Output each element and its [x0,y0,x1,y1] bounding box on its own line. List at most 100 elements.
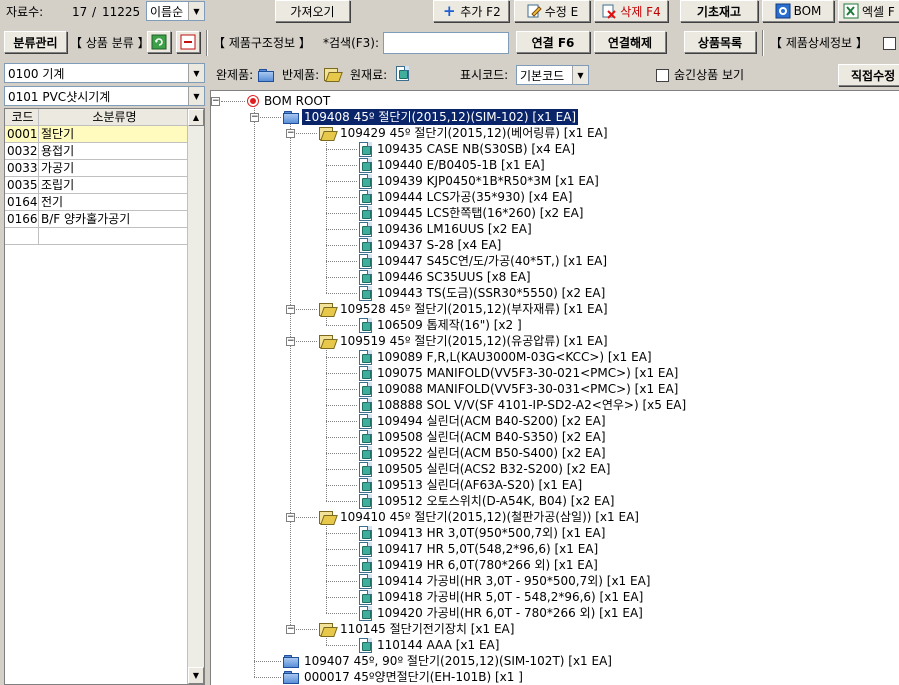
document-icon [359,525,372,541]
tree-node-label: 109420 가공비(HR 6,0T - 780*266 외) [x1 EA] [377,606,643,620]
remove-button[interactable] [176,31,200,53]
refresh-button[interactable] [147,31,171,53]
table-row[interactable]: 0032 용접기 [5,143,188,160]
tree-node[interactable]: 109513 실린더(AF63A-S20) [x1 EA] [359,477,584,493]
tree-node[interactable]: 109528 45º 절단기(2015,12)(부자재류) [x1 EA] [319,301,610,317]
tree-node[interactable]: 109512 오토스위치(D-A54K, B04) [x2 EA] [359,493,617,509]
detail-checkbox[interactable] [883,37,896,50]
tree-node[interactable]: 110144 AAA [x1 EA] [359,637,501,653]
tree-node[interactable]: 109443 TS(도금)(SSR30*5550) [x2 EA] [359,285,607,301]
table-row-empty[interactable] [5,228,188,245]
category-manage-button[interactable]: 분류관리 [4,31,67,53]
tree-node[interactable]: 109445 LCS한쪽탭(16*260) [x2 EA] [359,205,585,221]
display-code-select[interactable]: 기본코드 ▼ [516,65,589,85]
tree-connector [254,105,255,677]
tree-node[interactable]: 109408 45º 절단기(2015,12)(SIM-102) [x1 EA] [283,108,580,126]
tree-node[interactable]: 109440 E/B0405-1B [x1 EA] [359,157,547,173]
subcategory-grid: 코드 소분류명 0001 절단기 0032 용접기 0033 가공기 0035 [4,108,205,685]
search-input[interactable] [383,32,509,54]
scroll-down-icon[interactable]: ▼ [188,667,204,684]
product-list-button[interactable]: 상품목록 [684,31,756,53]
row-name: 전기 [41,195,64,209]
scroll-up-icon[interactable]: ▲ [188,109,204,126]
record-separator: / [92,5,97,19]
tree-connector [326,565,357,566]
tree-node[interactable]: 109414 가공비(HR 3,0T - 950*500,7외) [x1 EA] [359,573,652,589]
collapse-toggle-icon[interactable]: − [286,305,295,314]
tree-node[interactable]: 109505 실린더(ACS2 B32-S200) [x2 EA] [359,461,612,477]
tree-node[interactable]: 109429 45º 절단기(2015,12)(베어링류) [x1 EA] [319,125,610,141]
document-icon [359,157,372,173]
minor-category-select[interactable]: 0101 PVC샷시기계 ▼ [4,86,205,106]
tree-node[interactable]: 109444 LCS가공(35*930) [x4 EA] [359,189,574,205]
tree-node[interactable]: 106509 톱제작(16") [x2 ] [359,317,524,333]
semi-label: 반제품: [282,68,320,82]
tree-node[interactable]: 109494 실린더(ACM B40-S200) [x2 EA] [359,413,608,429]
sort-select[interactable]: 이름순 ▼ [146,1,205,21]
display-code-value: 기본코드 [520,68,565,83]
delete-button[interactable]: 삭제 F4 [594,0,668,22]
tree-node[interactable]: 109436 LM16UUS [x2 EA] [359,221,534,237]
collapse-toggle-icon[interactable]: − [250,113,259,122]
grid-scrollbar[interactable]: ▲ ▼ [187,109,204,684]
add-button-label: 추가 F2 [460,4,501,19]
tree-node[interactable]: 109088 MANIFOLD(VV5F3-30-031<PMC>) [x1 E… [359,381,680,397]
direct-edit-button[interactable]: 직접수정 [838,64,899,86]
fetch-button[interactable]: 가져오기 [275,0,350,22]
collapse-toggle-icon[interactable]: − [286,337,295,346]
tree-node[interactable]: 109419 HR 6,0T(780*266 외) [x1 EA] [359,557,600,573]
tree-node[interactable]: 109446 SC35UUS [x8 EA] [359,269,533,285]
folder-open-icon [324,67,340,81]
tree-node[interactable]: 109410 45º 절단기(2015,12)(철판가공(삼일)) [x1 EA… [319,509,641,525]
tree-connector [326,469,357,470]
tree-node[interactable]: BOM ROOT [247,93,332,109]
tree-node[interactable]: 109417 HR 5,0T(548,2*96,6) [x1 EA] [359,541,600,557]
tree-node[interactable]: 109508 실린더(ACM B40-S350) [x2 EA] [359,429,608,445]
tree-node[interactable]: 110145 절단기전기장치 [x1 EA] [319,621,516,637]
grid-header-name[interactable]: 소분류명 [39,109,188,125]
tree-node[interactable]: 109089 F,R,L(KAU3000M-03G<KCC>) [x1 EA] [359,349,654,365]
major-category-select[interactable]: 0100 기계 ▼ [4,63,205,83]
show-hidden-checkbox[interactable] [656,69,669,82]
tree-node[interactable]: 109420 가공비(HR 6,0T - 780*266 외) [x1 EA] [359,605,645,621]
excel-button[interactable]: 엑셀 F [838,0,899,22]
tree-node-label: 109444 LCS가공(35*930) [x4 EA] [377,190,573,204]
tree-node[interactable]: 109519 45º 절단기(2015,12)(유공압류) [x1 EA] [319,333,610,349]
tree-node-label: 109414 가공비(HR 3,0T - 950*500,7외) [x1 EA] [377,574,651,588]
tree-connector [326,229,357,230]
collapse-toggle-icon[interactable]: − [286,625,295,634]
table-row[interactable]: 0166 B/F 양카홀가공기 [5,211,188,228]
tree-node[interactable]: 109075 MANIFOLD(VV5F3-30-021<PMC>) [x1 E… [359,365,680,381]
tree-node[interactable]: 109447 S45C연/도/가공(40*5T,) [x1 EA] [359,253,609,269]
tree-connector [326,357,357,358]
document-icon [359,605,372,621]
grid-header-code[interactable]: 코드 [5,109,39,125]
edit-button[interactable]: 수정 E [514,0,590,22]
collapse-toggle-icon[interactable]: − [286,129,295,138]
tree-node[interactable]: 109413 HR 3,0T(950*500,7외) [x1 EA] [359,525,607,541]
table-row[interactable]: 0164 전기 [5,194,188,211]
table-row[interactable]: 0033 가공기 [5,160,188,177]
tree-node[interactable]: 109407 45º, 90º 절단기(2015,12)(SIM-102T) [… [283,653,614,669]
row-name: 가공기 [41,161,75,175]
add-button[interactable]: + 추가 F2 [433,0,509,22]
collapse-toggle-icon[interactable]: − [286,513,295,522]
bom-button[interactable]: BOM [762,0,834,22]
base-stock-button[interactable]: 기초재고 [680,0,758,22]
collapse-toggle-icon[interactable]: − [211,97,220,106]
pencil-icon [526,3,542,19]
plus-icon: + [442,2,456,20]
tree-node[interactable]: 108888 SOL V/V(SF 4101-IP-SD2-A2<연우>) [x… [359,397,688,413]
chevron-down-icon: ▼ [572,66,588,84]
tree-node[interactable]: 109522 실린더(ACM B50-S400) [x2 EA] [359,445,608,461]
tree-node[interactable]: 109439 KJP0450*1B*R50*3M [x1 EA] [359,173,601,189]
tree-node[interactable]: 109437 S-28 [x4 EA] [359,237,503,253]
table-row[interactable]: 0035 조립기 [5,177,188,194]
table-row[interactable]: 0001 절단기 [5,126,188,143]
link-button[interactable]: 연결 F6 [516,31,590,53]
tree-node[interactable]: 109418 가공비(HR 5,0T - 548,2*96,6) [x1 EA] [359,589,645,605]
unlink-button[interactable]: 연결해제 [594,31,666,53]
tree-node-label: 109437 S-28 [x4 EA] [377,238,502,252]
tree-node[interactable]: 109435 CASE NB(S30SB) [x4 EA] [359,141,577,157]
tree-node[interactable]: 000017 45º양면절단기(EH-101B) [x1 ] [283,669,525,685]
